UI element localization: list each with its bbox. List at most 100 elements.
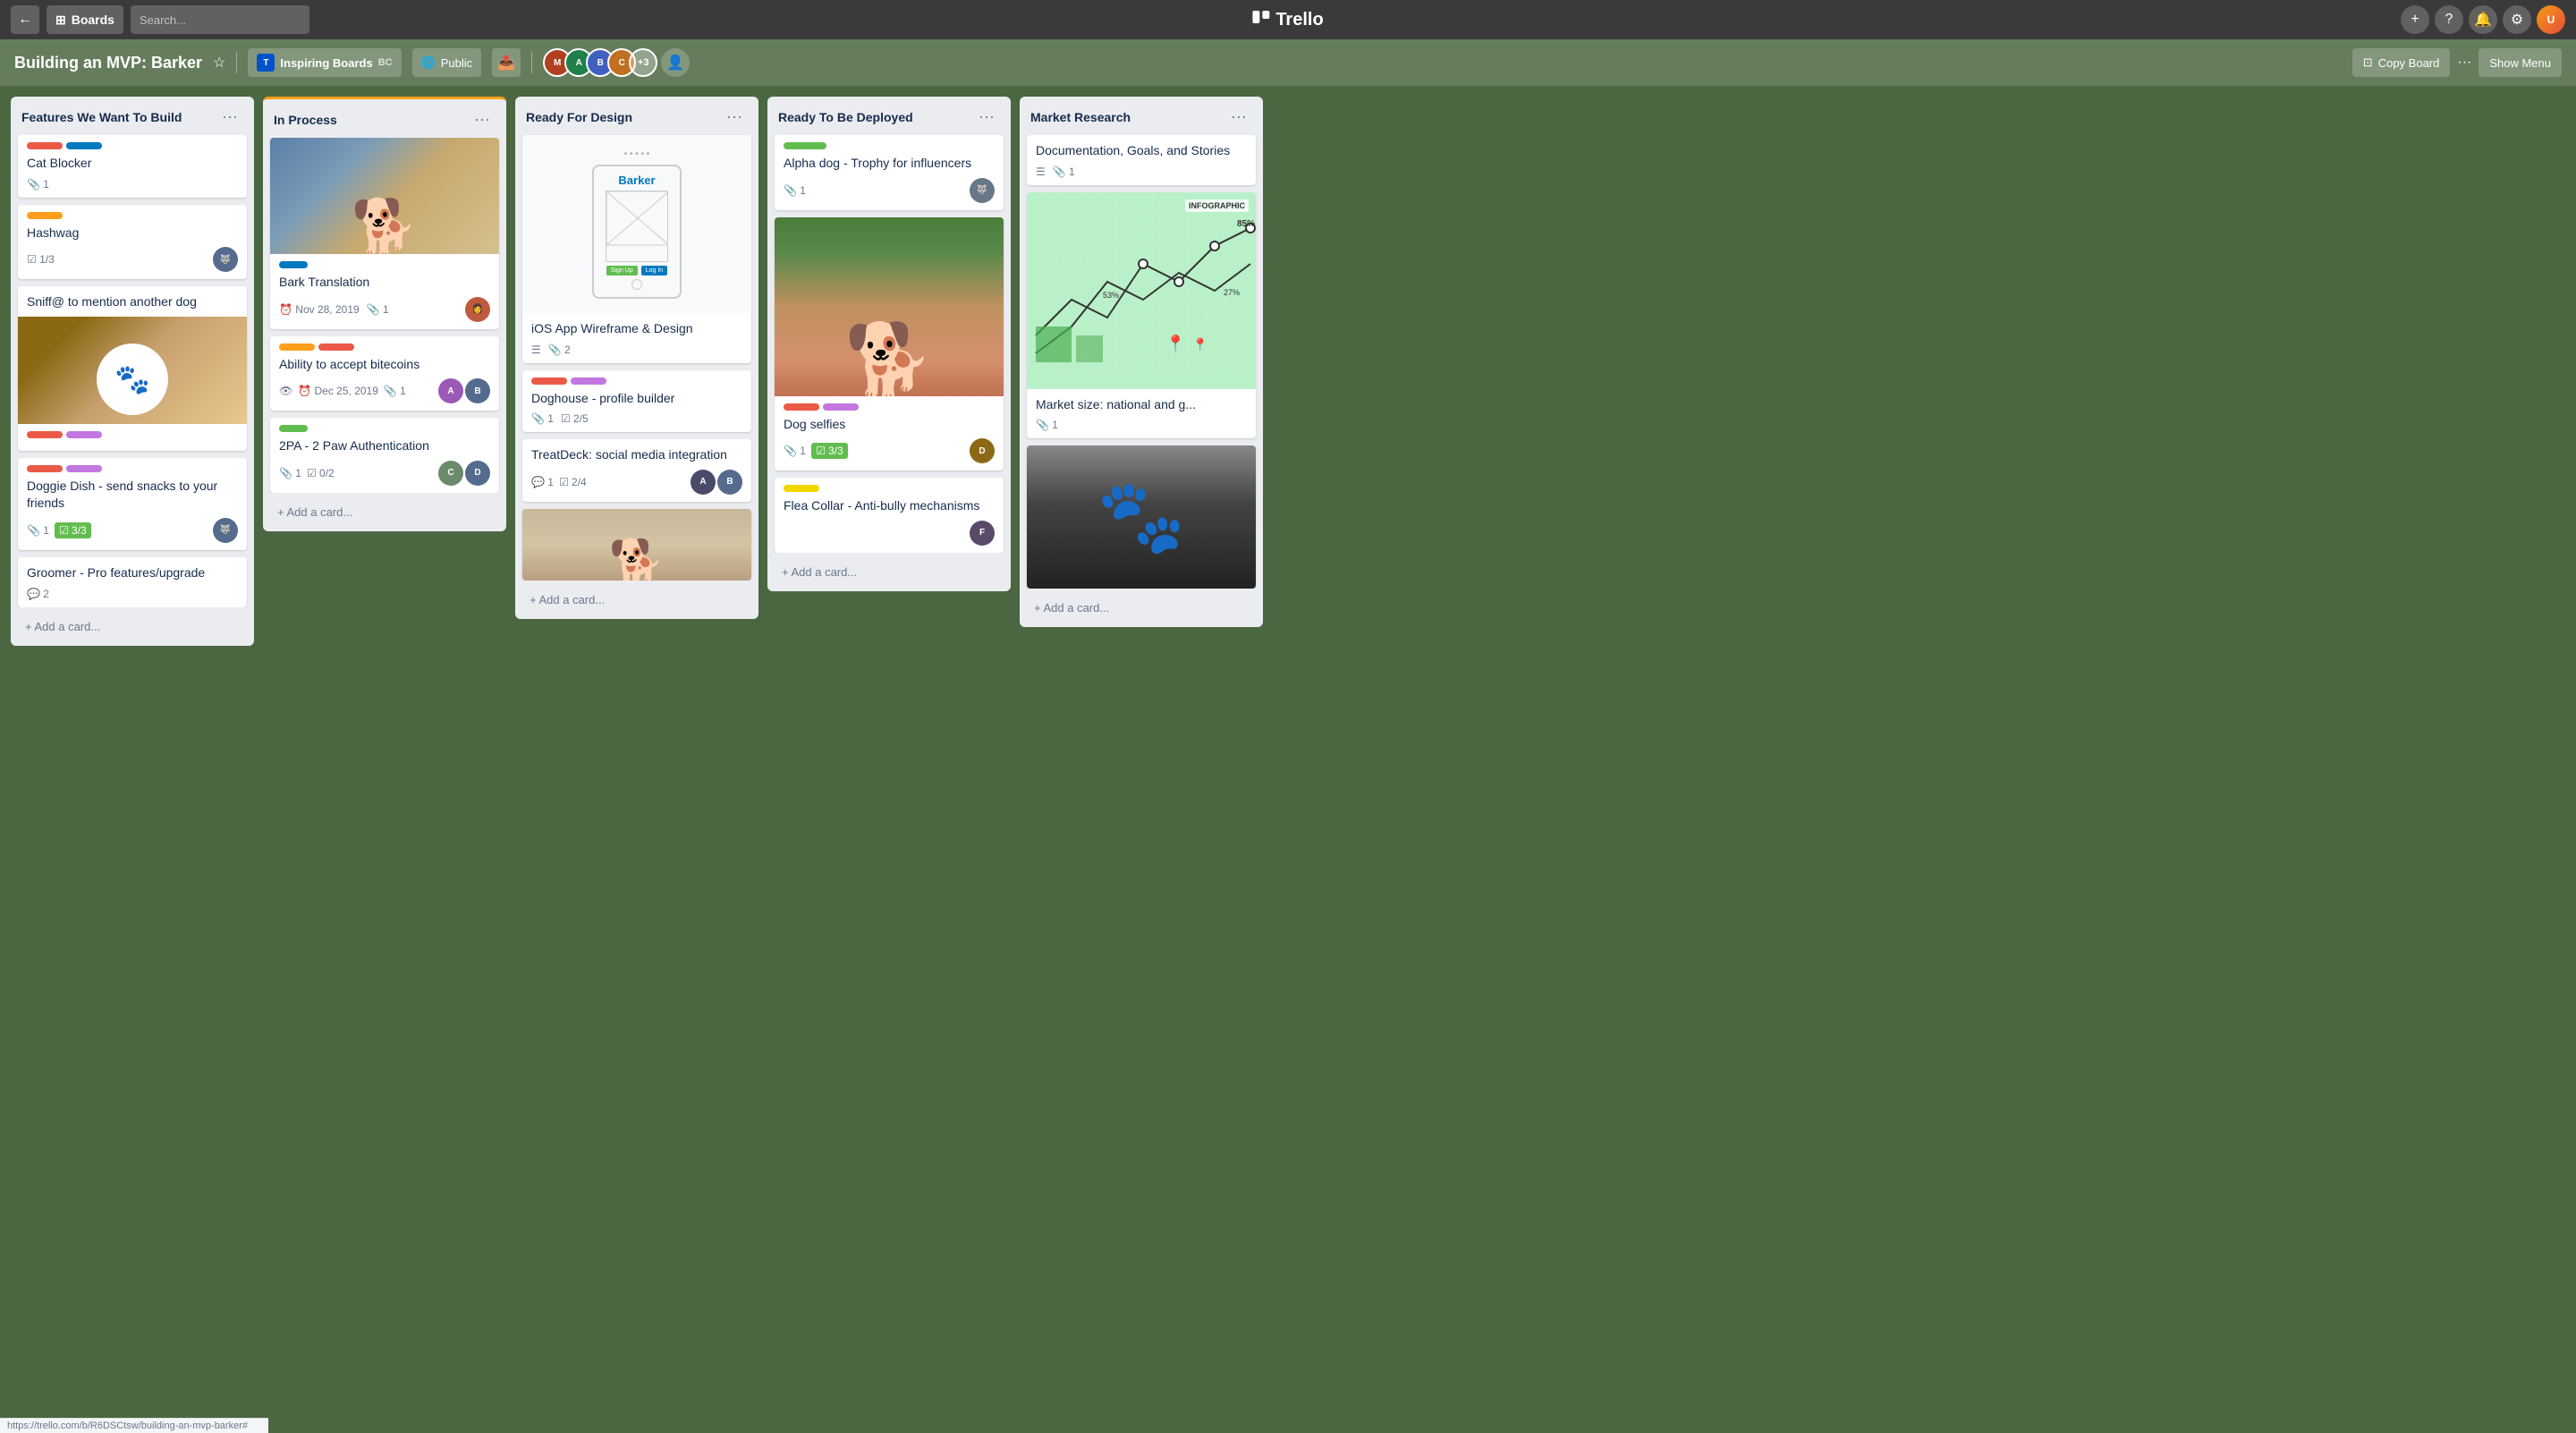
svg-text:📍: 📍	[1165, 334, 1185, 352]
description-icon: ☰	[1036, 165, 1046, 178]
star-button[interactable]: ☆	[213, 54, 225, 72]
list-footer-features: + Add a card...	[11, 607, 254, 646]
board-content: Features We Want To Build ··· Cat Blocke…	[0, 86, 2576, 1433]
card-avatars: A B	[691, 470, 742, 495]
card-title: Ability to accept bitecoins	[279, 356, 490, 374]
settings-button[interactable]: ⚙	[2503, 5, 2531, 34]
list-header-ready-design: Ready For Design ···	[515, 97, 758, 135]
workspace-selector[interactable]: T Inspiring Boards BC	[248, 48, 401, 77]
label-blue	[279, 261, 308, 268]
attachment-count: 📎 1	[279, 467, 301, 479]
user-avatar[interactable]: U	[2537, 5, 2565, 34]
label-red	[318, 343, 354, 351]
list-menu-market-research[interactable]: ···	[1225, 106, 1252, 128]
member-count[interactable]: +3	[629, 48, 657, 77]
label-purple	[66, 465, 102, 472]
card-treatdeck[interactable]: TreatDeck: social media integration 💬 1 …	[522, 439, 751, 502]
french-bulldog-image: 🐾	[1027, 445, 1256, 589]
list-title-market-research: Market Research	[1030, 110, 1131, 124]
card-title: Hashwag	[27, 225, 238, 242]
list-footer-market-research: + Add a card...	[1020, 589, 1263, 627]
show-menu-button[interactable]: Show Menu	[2479, 48, 2562, 77]
label-purple	[66, 431, 102, 438]
list-menu-in-process[interactable]: ···	[469, 108, 496, 131]
visibility-selector[interactable]: 🌐 Public	[412, 48, 482, 77]
add-card-ready-deploy[interactable]: + Add a card...	[775, 560, 1004, 584]
attachment-count: 📎 1	[367, 303, 389, 316]
list-menu-ready-deploy[interactable]: ···	[973, 106, 1000, 128]
checklist-count: ☑ 2/5	[561, 412, 589, 425]
card-2pa[interactable]: 2PA - 2 Paw Authentication 📎 1 ☑ 0/2 C D	[270, 418, 499, 493]
avatar-2: D	[465, 461, 490, 486]
list-title-features: Features We Want To Build	[21, 110, 182, 124]
checklist-count: ☑ 0/2	[307, 467, 335, 479]
list-footer-in-process: + Add a card...	[263, 493, 506, 531]
boards-icon: ⊞	[55, 13, 66, 28]
list-cards-features: Cat Blocker 📎 1 Hashwag ☑ 1/3	[11, 135, 254, 607]
header-divider-2	[531, 52, 532, 73]
card-hashwag[interactable]: Hashwag ☑ 1/3 🐺	[18, 205, 247, 280]
card-doggie-dish[interactable]: Doggie Dish - send snacks to your friend…	[18, 458, 247, 550]
checklist-complete: ☑ 3/3	[55, 522, 91, 538]
watch-icon: 👁	[279, 385, 292, 397]
add-card-market-research[interactable]: + Add a card...	[1027, 596, 1256, 620]
card-dog-peek[interactable]: 🐕	[522, 509, 751, 581]
visibility-label: Public	[441, 56, 472, 70]
add-card-in-process[interactable]: + Add a card...	[270, 500, 499, 524]
share-button[interactable]: 📤	[492, 48, 521, 77]
search-input[interactable]	[131, 5, 309, 34]
card-french-bulldog[interactable]: 🐾	[1027, 445, 1256, 589]
help-button[interactable]: ?	[2435, 5, 2463, 34]
add-button[interactable]: +	[2401, 5, 2429, 34]
label-green	[784, 142, 826, 149]
top-nav: ← ⊞ Boards Trello + ? 🔔 ⚙ U	[0, 0, 2576, 39]
svg-text:85%: 85%	[1237, 219, 1255, 229]
card-title: Sniff@ to mention another dog	[27, 293, 238, 311]
add-card-ready-design[interactable]: + Add a card...	[522, 588, 751, 612]
list-features: Features We Want To Build ··· Cat Blocke…	[11, 97, 254, 646]
card-avatar: 🐺	[213, 247, 238, 272]
list-title-ready-design: Ready For Design	[526, 110, 632, 124]
card-avatar: F	[970, 521, 995, 546]
attachment-count: 📎 2	[548, 343, 571, 356]
card-flea-collar[interactable]: Flea Collar - Anti-bully mechanisms F	[775, 478, 1004, 553]
list-title-in-process: In Process	[274, 113, 337, 127]
card-bitcoins[interactable]: Ability to accept bitecoins 👁 ⏰ Dec 25, …	[270, 336, 499, 411]
notifications-button[interactable]: 🔔	[2469, 5, 2497, 34]
card-sniff[interactable]: Sniff@ to mention another dog 🐾	[18, 286, 247, 451]
card-avatar: 👩	[465, 297, 490, 322]
svg-text:📍: 📍	[1192, 337, 1208, 352]
card-alpha-dog[interactable]: Alpha dog - Trophy for influencers 📎 1 🐺	[775, 135, 1004, 210]
list-market-research: Market Research ··· Documentation, Goals…	[1020, 97, 1263, 627]
card-bark-translation[interactable]: 🐕 Bark Translation ⏰ Nov 28, 2019 📎 1 👩	[270, 138, 499, 329]
card-groomer[interactable]: Groomer - Pro features/upgrade 💬 2	[18, 557, 247, 607]
card-doghouse[interactable]: Doghouse - profile builder 📎 1 ☑ 2/5	[522, 370, 751, 433]
back-button[interactable]: ←	[11, 5, 39, 34]
add-member-button[interactable]: 👤	[661, 48, 690, 77]
card-title: Cat Blocker	[27, 155, 238, 173]
label-green	[279, 425, 308, 432]
card-title: Dog selfies	[784, 416, 995, 434]
card-cat-blocker[interactable]: Cat Blocker 📎 1	[18, 135, 247, 198]
attachment-count: 📎 1	[27, 524, 49, 537]
list-menu-features[interactable]: ···	[216, 106, 243, 128]
add-card-features[interactable]: + Add a card...	[18, 615, 247, 639]
description-icon: ☰	[531, 343, 541, 356]
avatar-1: A	[691, 470, 716, 495]
card-ios-wireframe[interactable]: • • • • • Barker Sign Up	[522, 135, 751, 363]
card-documentation[interactable]: Documentation, Goals, and Stories ☰ 📎 1	[1027, 135, 1256, 185]
card-title: Groomer - Pro features/upgrade	[27, 564, 238, 582]
copy-board-button[interactable]: ⊡ Copy Board	[2352, 48, 2451, 77]
boards-button[interactable]: ⊞ Boards	[47, 5, 123, 34]
card-dog-selfies[interactable]: 🐕 Dog selfies 📎 1 ☑ 3/3 D	[775, 217, 1004, 471]
card-market-size[interactable]: INFOGRAPHIC	[1027, 192, 1256, 439]
card-avatar: 🐺	[213, 518, 238, 543]
list-menu-ready-design[interactable]: ···	[721, 106, 748, 128]
svg-text:53%: 53%	[1103, 291, 1119, 300]
card-avatar: D	[970, 438, 995, 463]
status-url: https://trello.com/b/R6DSCtsw/building-a…	[7, 1420, 248, 1431]
board-members: M A B C +3 👤	[543, 48, 690, 77]
card-title: Market size: national and g...	[1036, 396, 1247, 414]
list-footer-ready-design: + Add a card...	[515, 581, 758, 619]
list-cards-in-process: 🐕 Bark Translation ⏰ Nov 28, 2019 📎 1 👩	[263, 138, 506, 493]
